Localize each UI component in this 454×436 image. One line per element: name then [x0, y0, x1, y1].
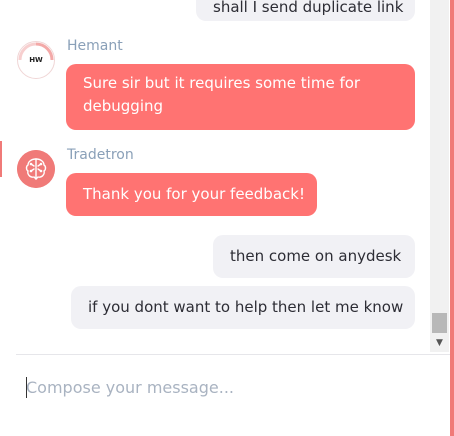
accent-edge: [450, 0, 454, 436]
message-text: shall I send duplicate link: [213, 0, 404, 16]
message-text-line: debugging: [83, 97, 164, 115]
message-bubble-incoming: Sure sir but it requires some time for d…: [66, 64, 415, 130]
avatar-tradetron: [17, 150, 55, 188]
scrollbar-track[interactable]: [430, 0, 449, 352]
avatar-initials: HW: [29, 56, 43, 64]
chat-window: shall I send duplicate link HW Hemant Su…: [0, 0, 454, 436]
composer-divider: [16, 354, 450, 355]
message-text: if you dont want to help then let me kno…: [88, 298, 404, 316]
accent-bar: [0, 141, 2, 177]
message-bubble-incoming: Thank you for your feedback!: [66, 173, 317, 216]
text-caret: [26, 377, 27, 398]
message-text-line: Sure sir but it requires some time for: [83, 74, 361, 92]
sender-name: Tradetron: [67, 147, 134, 163]
sender-name: Hemant: [67, 38, 123, 54]
message-bubble-outgoing: if you dont want to help then let me kno…: [71, 286, 415, 329]
avatar-hemant: HW: [17, 41, 55, 79]
message-text: Thank you for your feedback!: [83, 185, 305, 203]
message-list[interactable]: shall I send duplicate link HW Hemant Su…: [0, 0, 430, 352]
scroll-down-arrow-icon[interactable]: ▼: [430, 335, 449, 352]
message-text: then come on anydesk: [230, 247, 402, 265]
compose-message-input[interactable]: [22, 370, 440, 404]
brain-icon: [17, 150, 55, 188]
message-bubble-outgoing: then come on anydesk: [213, 235, 415, 278]
message-bubble-outgoing: shall I send duplicate link: [196, 0, 415, 21]
scrollbar-thumb[interactable]: [432, 313, 447, 333]
